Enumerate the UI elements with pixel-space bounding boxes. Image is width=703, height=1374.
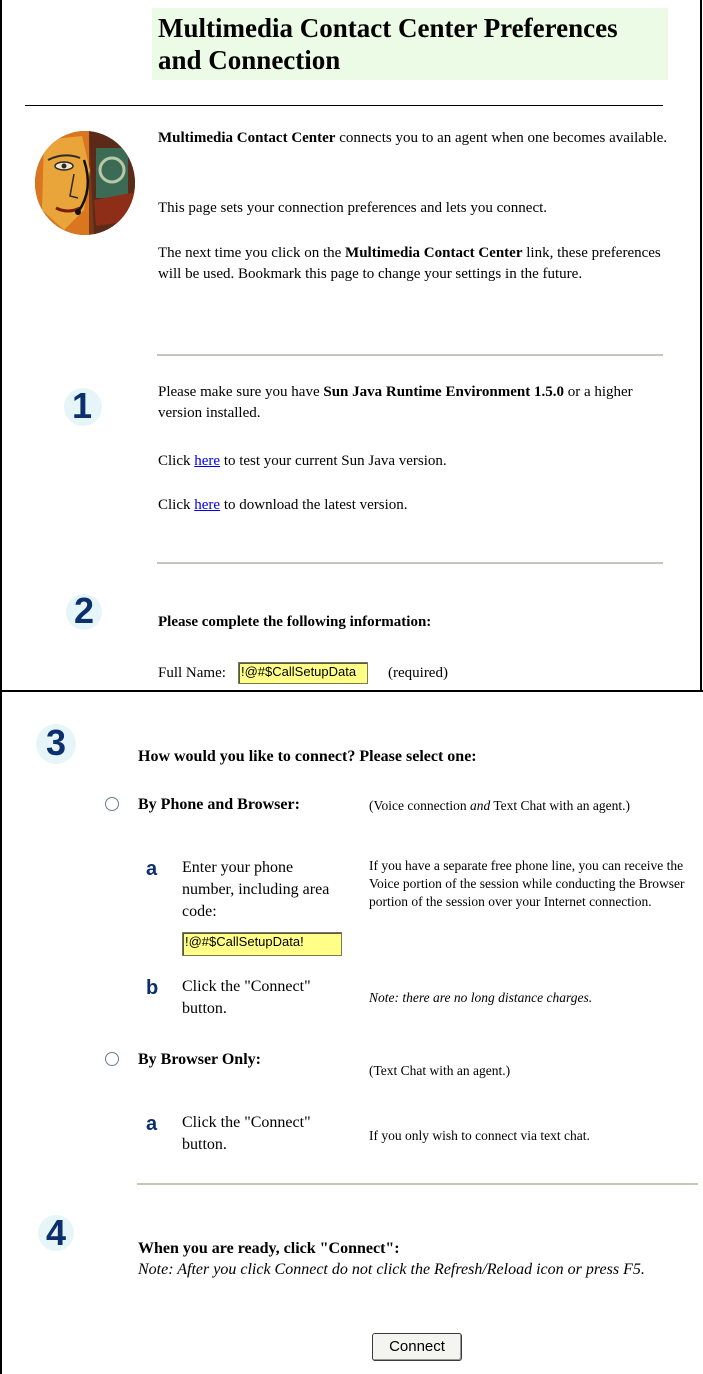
divider-2 bbox=[157, 562, 663, 564]
step-1-number: 1 bbox=[71, 385, 93, 426]
sub-step-b-letter: b bbox=[146, 977, 159, 999]
phone-number-instruction: Enter your phone number, including area … bbox=[182, 859, 330, 920]
sub-step-a-letter-2: a bbox=[146, 1113, 158, 1135]
ready-heading: When you are ready, click "Connect": bbox=[138, 1240, 400, 1257]
divider-3 bbox=[137, 1183, 698, 1185]
java-requirement-text: Please make sure you have Sun Java Runti… bbox=[158, 384, 633, 421]
separate-line-info: If you have a separate free phone line, … bbox=[369, 858, 685, 909]
download-java-link[interactable]: here bbox=[194, 497, 220, 513]
click-connect-instruction-2: Click the "Connect" button. bbox=[182, 1114, 311, 1153]
text-chat-only-info: If you only wish to connect via text cha… bbox=[369, 1128, 590, 1143]
browser-only-radio[interactable] bbox=[105, 1052, 119, 1066]
test-java-link[interactable]: here bbox=[194, 453, 220, 469]
long-distance-note: Note: there are no long distance charges… bbox=[369, 990, 593, 1005]
full-name-input[interactable]: !@#$CallSetupData bbox=[238, 662, 368, 684]
step-4-number: 4 bbox=[45, 1212, 67, 1253]
left-border-top bbox=[0, 0, 2, 690]
title-underline bbox=[25, 105, 663, 106]
connect-method-heading: How would you like to connect? Please se… bbox=[138, 748, 477, 765]
intro-paragraph-2: This page sets your connection preferenc… bbox=[158, 200, 548, 216]
browser-only-desc: (Text Chat with an agent.) bbox=[369, 1063, 511, 1078]
phone-and-browser-desc: (Voice connection and Text Chat with an … bbox=[369, 798, 630, 813]
phone-and-browser-radio[interactable] bbox=[105, 797, 119, 811]
left-border-bottom bbox=[0, 692, 2, 1374]
page-title: Multimedia Contact Center Preferences an… bbox=[158, 13, 618, 75]
click-connect-instruction-1: Click the "Connect" button. bbox=[182, 978, 311, 1017]
right-border-top bbox=[700, 0, 702, 690]
intro-paragraph-1: Multimedia Contact Center connects you t… bbox=[158, 130, 668, 146]
divider-1 bbox=[157, 354, 663, 356]
sub-step-a-letter: a bbox=[146, 858, 158, 880]
browser-only-label: By Browser Only: bbox=[138, 1051, 261, 1068]
test-java-line: Click here to test your current Sun Java… bbox=[158, 453, 447, 469]
step-3-number: 3 bbox=[45, 722, 67, 763]
refresh-warning-note: Note: After you click Connect do not cli… bbox=[138, 1261, 645, 1278]
full-name-label: Full Name: bbox=[158, 665, 226, 681]
info-heading: Please complete the following informatio… bbox=[158, 614, 432, 630]
agent-headset-portrait-icon bbox=[34, 130, 136, 236]
download-java-line: Click here to download the latest versio… bbox=[158, 497, 408, 513]
step-2-number: 2 bbox=[73, 590, 95, 631]
panel-separator bbox=[0, 690, 703, 692]
phone-number-input[interactable]: !@#$CallSetupData! bbox=[182, 932, 342, 956]
connect-button[interactable]: Connect bbox=[372, 1333, 462, 1361]
intro-paragraph-3: The next time you click on the Multimedi… bbox=[158, 245, 661, 282]
required-label: (required) bbox=[388, 665, 448, 681]
phone-and-browser-label: By Phone and Browser: bbox=[138, 796, 300, 813]
